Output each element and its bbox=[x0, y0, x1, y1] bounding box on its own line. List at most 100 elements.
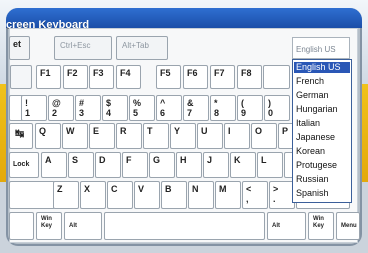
key-3[interactable]: #3 bbox=[75, 95, 101, 121]
comma-key[interactable]: <, bbox=[242, 181, 268, 209]
key-5[interactable]: % 5 bbox=[129, 95, 155, 121]
key-7-shift: & bbox=[187, 98, 194, 108]
left-shift-key[interactable] bbox=[9, 181, 55, 209]
key-7[interactable]: & 7 bbox=[183, 95, 209, 121]
language-option[interactable]: Japanese bbox=[294, 132, 350, 143]
esc-key[interactable] bbox=[10, 65, 32, 89]
language-option[interactable]: Korean bbox=[294, 146, 350, 157]
f6-key[interactable]: F6 bbox=[183, 65, 208, 89]
key-e[interactable]: E bbox=[89, 123, 115, 149]
ctrl-key[interactable] bbox=[9, 212, 34, 240]
key-a-label: A bbox=[45, 155, 52, 165]
key-i-label: I bbox=[228, 126, 231, 136]
key-o-label: O bbox=[255, 126, 263, 136]
tab-key[interactable]: ↹ bbox=[9, 123, 33, 149]
f2-key[interactable]: F2 bbox=[63, 65, 88, 89]
key-f[interactable]: F bbox=[122, 152, 148, 178]
f8-key[interactable]: F8 bbox=[237, 65, 262, 89]
alt-key-left[interactable]: Alt bbox=[64, 212, 102, 240]
key-w[interactable]: W bbox=[62, 123, 88, 149]
key-1-base: 1 bbox=[25, 108, 31, 118]
alt-key-right-label: Alt bbox=[272, 223, 280, 229]
tab-icon: ↹ bbox=[15, 128, 25, 140]
f8-label: F8 bbox=[241, 68, 252, 78]
key-8[interactable]: * 8 bbox=[210, 95, 236, 121]
key-2-base: 2 bbox=[52, 108, 58, 118]
caps-lock-key[interactable]: Lock bbox=[9, 152, 39, 178]
key-t[interactable]: T bbox=[143, 123, 169, 149]
key-j[interactable]: J bbox=[203, 152, 229, 178]
menu-key[interactable]: Menu bbox=[336, 212, 360, 240]
f4-label: F4 bbox=[120, 68, 131, 78]
key-m-label: M bbox=[219, 184, 227, 194]
f9-key[interactable] bbox=[263, 65, 290, 89]
key-v-label: V bbox=[138, 184, 145, 194]
key-r-label: R bbox=[120, 126, 127, 136]
key-h[interactable]: H bbox=[176, 152, 202, 178]
key-s-label: S bbox=[72, 155, 79, 165]
key-v[interactable]: V bbox=[134, 181, 160, 209]
key-a[interactable]: A bbox=[41, 152, 67, 178]
key-n[interactable]: N bbox=[188, 181, 214, 209]
alt-tab-button[interactable]: Alt+Tab bbox=[116, 36, 168, 60]
language-option[interactable]: English US bbox=[294, 62, 350, 73]
language-option[interactable]: Protugese bbox=[294, 160, 350, 171]
win-key-left[interactable]: Win Key bbox=[36, 212, 62, 240]
key-o[interactable]: O bbox=[251, 123, 277, 149]
key-r[interactable]: R bbox=[116, 123, 142, 149]
language-option[interactable]: Italian bbox=[294, 118, 350, 129]
menu-key-label: Menu bbox=[341, 223, 357, 229]
key-3-shift: # bbox=[79, 98, 85, 108]
key-b[interactable]: B bbox=[161, 181, 187, 209]
key-0[interactable]: ) 0 bbox=[264, 95, 290, 121]
key-k[interactable]: K bbox=[230, 152, 256, 178]
key-t-label: T bbox=[147, 126, 153, 136]
key-8-base: 8 bbox=[214, 108, 220, 118]
key-2[interactable]: @2 bbox=[48, 95, 74, 121]
language-option[interactable]: Spanish bbox=[294, 188, 350, 199]
key-y[interactable]: Y bbox=[170, 123, 196, 149]
ctrl-esc-button[interactable]: Ctrl+Esc bbox=[54, 36, 112, 60]
key-6-base: 6 bbox=[160, 108, 166, 118]
f3-key[interactable]: F3 bbox=[89, 65, 114, 89]
title-bar[interactable]: creen Keyboard bbox=[6, 8, 362, 31]
f7-key[interactable]: F7 bbox=[210, 65, 235, 89]
f5-key[interactable]: F5 bbox=[156, 65, 181, 89]
f7-label: F7 bbox=[214, 68, 225, 78]
key-m[interactable]: M bbox=[215, 181, 241, 209]
key-d[interactable]: D bbox=[95, 152, 121, 178]
language-option[interactable]: French bbox=[294, 76, 350, 87]
key-i[interactable]: I bbox=[224, 123, 250, 149]
key-y-label: Y bbox=[174, 126, 181, 136]
key-g[interactable]: G bbox=[149, 152, 175, 178]
key-6[interactable]: ^ 6 bbox=[156, 95, 182, 121]
key-j-label: J bbox=[207, 155, 213, 165]
language-option[interactable]: Hungarian bbox=[294, 104, 350, 115]
key-z[interactable]: Z bbox=[53, 181, 79, 209]
space-bar[interactable] bbox=[104, 212, 265, 240]
key-x[interactable]: X bbox=[80, 181, 106, 209]
key-l[interactable]: L bbox=[257, 152, 283, 178]
f5-label: F5 bbox=[160, 68, 171, 78]
language-option[interactable]: German bbox=[294, 90, 350, 101]
language-option[interactable]: Russian bbox=[294, 174, 350, 185]
reset-button[interactable]: et bbox=[9, 36, 30, 60]
alt-key-right[interactable]: Alt bbox=[267, 212, 306, 240]
win-key-right[interactable]: Win Key bbox=[308, 212, 334, 240]
key-u[interactable]: U bbox=[197, 123, 223, 149]
key-q[interactable]: Q bbox=[35, 123, 61, 149]
key-k-label: K bbox=[234, 155, 241, 165]
f1-key[interactable]: F1 bbox=[36, 65, 61, 89]
key-s[interactable]: S bbox=[68, 152, 94, 178]
key-9[interactable]: (9 bbox=[237, 95, 263, 121]
f2-label: F2 bbox=[67, 68, 78, 78]
key-d-label: D bbox=[99, 155, 106, 165]
key-c[interactable]: C bbox=[107, 181, 133, 209]
key-4[interactable]: $4 bbox=[102, 95, 128, 121]
f4-key[interactable]: F4 bbox=[116, 65, 141, 89]
key-1[interactable]: ! 1 bbox=[21, 95, 47, 121]
language-dropdown-list[interactable]: English US French German Hungarian Itali… bbox=[292, 59, 352, 203]
key-f-label: F bbox=[126, 155, 132, 165]
key-5-shift: % bbox=[133, 98, 142, 108]
language-select[interactable]: English US bbox=[292, 37, 350, 59]
